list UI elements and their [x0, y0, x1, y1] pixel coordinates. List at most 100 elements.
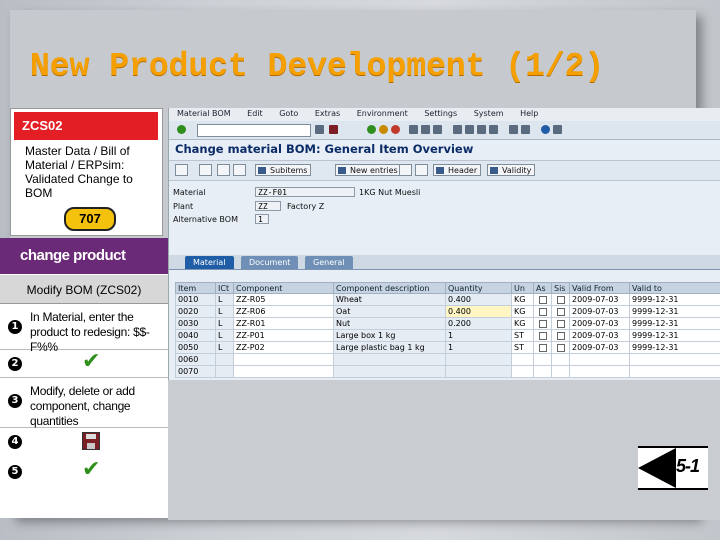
checkbox[interactable]	[556, 319, 565, 328]
table-cell[interactable]	[629, 353, 720, 366]
table-row[interactable]: 0020 L ZZ-R06 Oat 0.400 KG 2009-07-03 9999-12-3…	[175, 305, 720, 318]
table-cell[interactable]: ST	[511, 341, 534, 354]
table-cell[interactable]: Large box 1 kg	[333, 329, 446, 342]
table-cell[interactable]: 0060	[175, 353, 216, 366]
menu-item[interactable]: Environment	[357, 109, 408, 118]
table-cell[interactable]	[551, 329, 570, 342]
table-cell[interactable]: Wheat	[333, 293, 446, 306]
table-row[interactable]: 0050 L ZZ-P02 Large plastic bag 1 kg 1 ST 2009…	[175, 341, 720, 354]
checkbox[interactable]	[538, 319, 547, 328]
column-header[interactable]: Sis	[551, 282, 570, 294]
table-cell[interactable]: 0050	[175, 341, 216, 354]
checkbox[interactable]	[556, 343, 565, 352]
table-cell[interactable]	[551, 353, 570, 366]
table-cell[interactable]: 2009-07-03	[569, 305, 630, 318]
table-cell[interactable]: L	[215, 305, 234, 318]
table-cell[interactable]	[551, 305, 570, 318]
table-row[interactable]: 0030 L ZZ-R01 Nut 0.200 KG 2009-07-03 9999-12-3…	[175, 317, 720, 330]
table-row[interactable]: 0070	[175, 365, 720, 378]
table-cell[interactable]	[333, 365, 446, 378]
previous-page-icon[interactable]	[465, 125, 474, 134]
table-cell[interactable]: ZZ-R05	[233, 293, 334, 306]
table-cell[interactable]	[569, 353, 630, 366]
table-cell[interactable]	[533, 305, 552, 318]
table-cell[interactable]	[551, 317, 570, 330]
table-cell[interactable]	[551, 341, 570, 354]
table-cell[interactable]: 2009-07-03	[569, 341, 630, 354]
cancel-icon[interactable]	[391, 125, 400, 134]
select-icon[interactable]	[415, 164, 428, 176]
table-cell[interactable]	[533, 341, 552, 354]
table-cell[interactable]: ZZ-R01	[233, 317, 334, 330]
plant-field[interactable]: ZZ	[255, 201, 281, 211]
table-cell[interactable]	[533, 293, 552, 306]
column-header[interactable]: As	[533, 282, 552, 294]
first-page-icon[interactable]	[453, 125, 462, 134]
column-header[interactable]: Component	[233, 282, 334, 294]
find-icon[interactable]	[421, 125, 430, 134]
table-cell[interactable]: 0010	[175, 293, 216, 306]
table-cell[interactable]: Large plastic bag 1 kg	[333, 341, 446, 354]
check-icon[interactable]	[199, 164, 212, 176]
table-cell[interactable]: 0030	[175, 317, 216, 330]
menu-item[interactable]: Extras	[315, 109, 340, 118]
find-next-icon[interactable]	[433, 125, 442, 134]
table-cell[interactable]	[551, 293, 570, 306]
delete-icon[interactable]	[399, 164, 412, 176]
new-session-icon[interactable]	[509, 125, 518, 134]
checkbox[interactable]	[556, 307, 565, 316]
table-cell[interactable]: KG	[511, 317, 534, 330]
validity-button[interactable]: Validity	[487, 164, 536, 176]
table-cell[interactable]: Nut	[333, 317, 446, 330]
menu-item[interactable]: Help	[520, 109, 538, 118]
table-cell[interactable]	[215, 353, 234, 366]
shortcut-icon[interactable]	[521, 125, 530, 134]
table-cell[interactable]	[445, 353, 512, 366]
table-cell[interactable]: 0020	[175, 305, 216, 318]
table-cell[interactable]	[533, 329, 552, 342]
table-cell[interactable]: 0.200	[445, 317, 512, 330]
table-cell[interactable]: 9999-12-31	[629, 293, 720, 306]
table-cell[interactable]: 2009-07-03	[569, 293, 630, 306]
save-icon[interactable]	[329, 125, 338, 134]
table-cell[interactable]	[233, 365, 334, 378]
help-icon[interactable]	[541, 125, 550, 134]
header-button[interactable]: Header	[433, 164, 482, 176]
copy-icon[interactable]	[233, 164, 246, 176]
checkbox[interactable]	[556, 295, 565, 304]
new-entries-button[interactable]: New entries	[335, 164, 402, 176]
table-cell[interactable]	[629, 365, 720, 378]
table-cell[interactable]: Oat	[333, 305, 446, 318]
column-header[interactable]: Quantity	[445, 282, 512, 294]
dropdown-icon[interactable]	[315, 125, 324, 134]
menu-item[interactable]: Edit	[247, 109, 263, 118]
command-field[interactable]	[197, 124, 311, 137]
table-cell[interactable]: L	[215, 293, 234, 306]
tab-general[interactable]: General	[305, 256, 353, 269]
column-header[interactable]: Item	[175, 282, 216, 294]
table-row[interactable]: 0010 L ZZ-R05 Wheat 0.400 KG 2009-07-03 9999-12…	[175, 293, 720, 306]
table-cell[interactable]: ZZ-R06	[233, 305, 334, 318]
table-cell[interactable]	[533, 353, 552, 366]
last-page-icon[interactable]	[489, 125, 498, 134]
table-cell[interactable]: 9999-12-31	[629, 329, 720, 342]
column-header[interactable]: Component description	[333, 282, 446, 294]
menu-item[interactable]: Settings	[424, 109, 457, 118]
table-cell[interactable]	[511, 365, 534, 378]
table-cell[interactable]: ZZ-P02	[233, 341, 334, 354]
table-cell[interactable]: KG	[511, 293, 534, 306]
table-cell[interactable]: L	[215, 341, 234, 354]
print-icon[interactable]	[409, 125, 418, 134]
column-header[interactable]: Valid to	[629, 282, 720, 294]
checkbox[interactable]	[556, 331, 565, 340]
table-row[interactable]: 0040 L ZZ-P01 Large box 1 kg 1 ST 2009-07-03 99…	[175, 329, 720, 342]
table-cell[interactable]	[569, 365, 630, 378]
back-icon[interactable]	[367, 125, 376, 134]
menu-item[interactable]: Goto	[279, 109, 298, 118]
table-cell[interactable]: 2009-07-03	[569, 317, 630, 330]
table-cell[interactable]: ZZ-P01	[233, 329, 334, 342]
checkbox[interactable]	[538, 343, 547, 352]
table-cell[interactable]	[551, 365, 570, 378]
material-field[interactable]: ZZ-F01	[255, 187, 355, 197]
table-cell[interactable]	[533, 365, 552, 378]
